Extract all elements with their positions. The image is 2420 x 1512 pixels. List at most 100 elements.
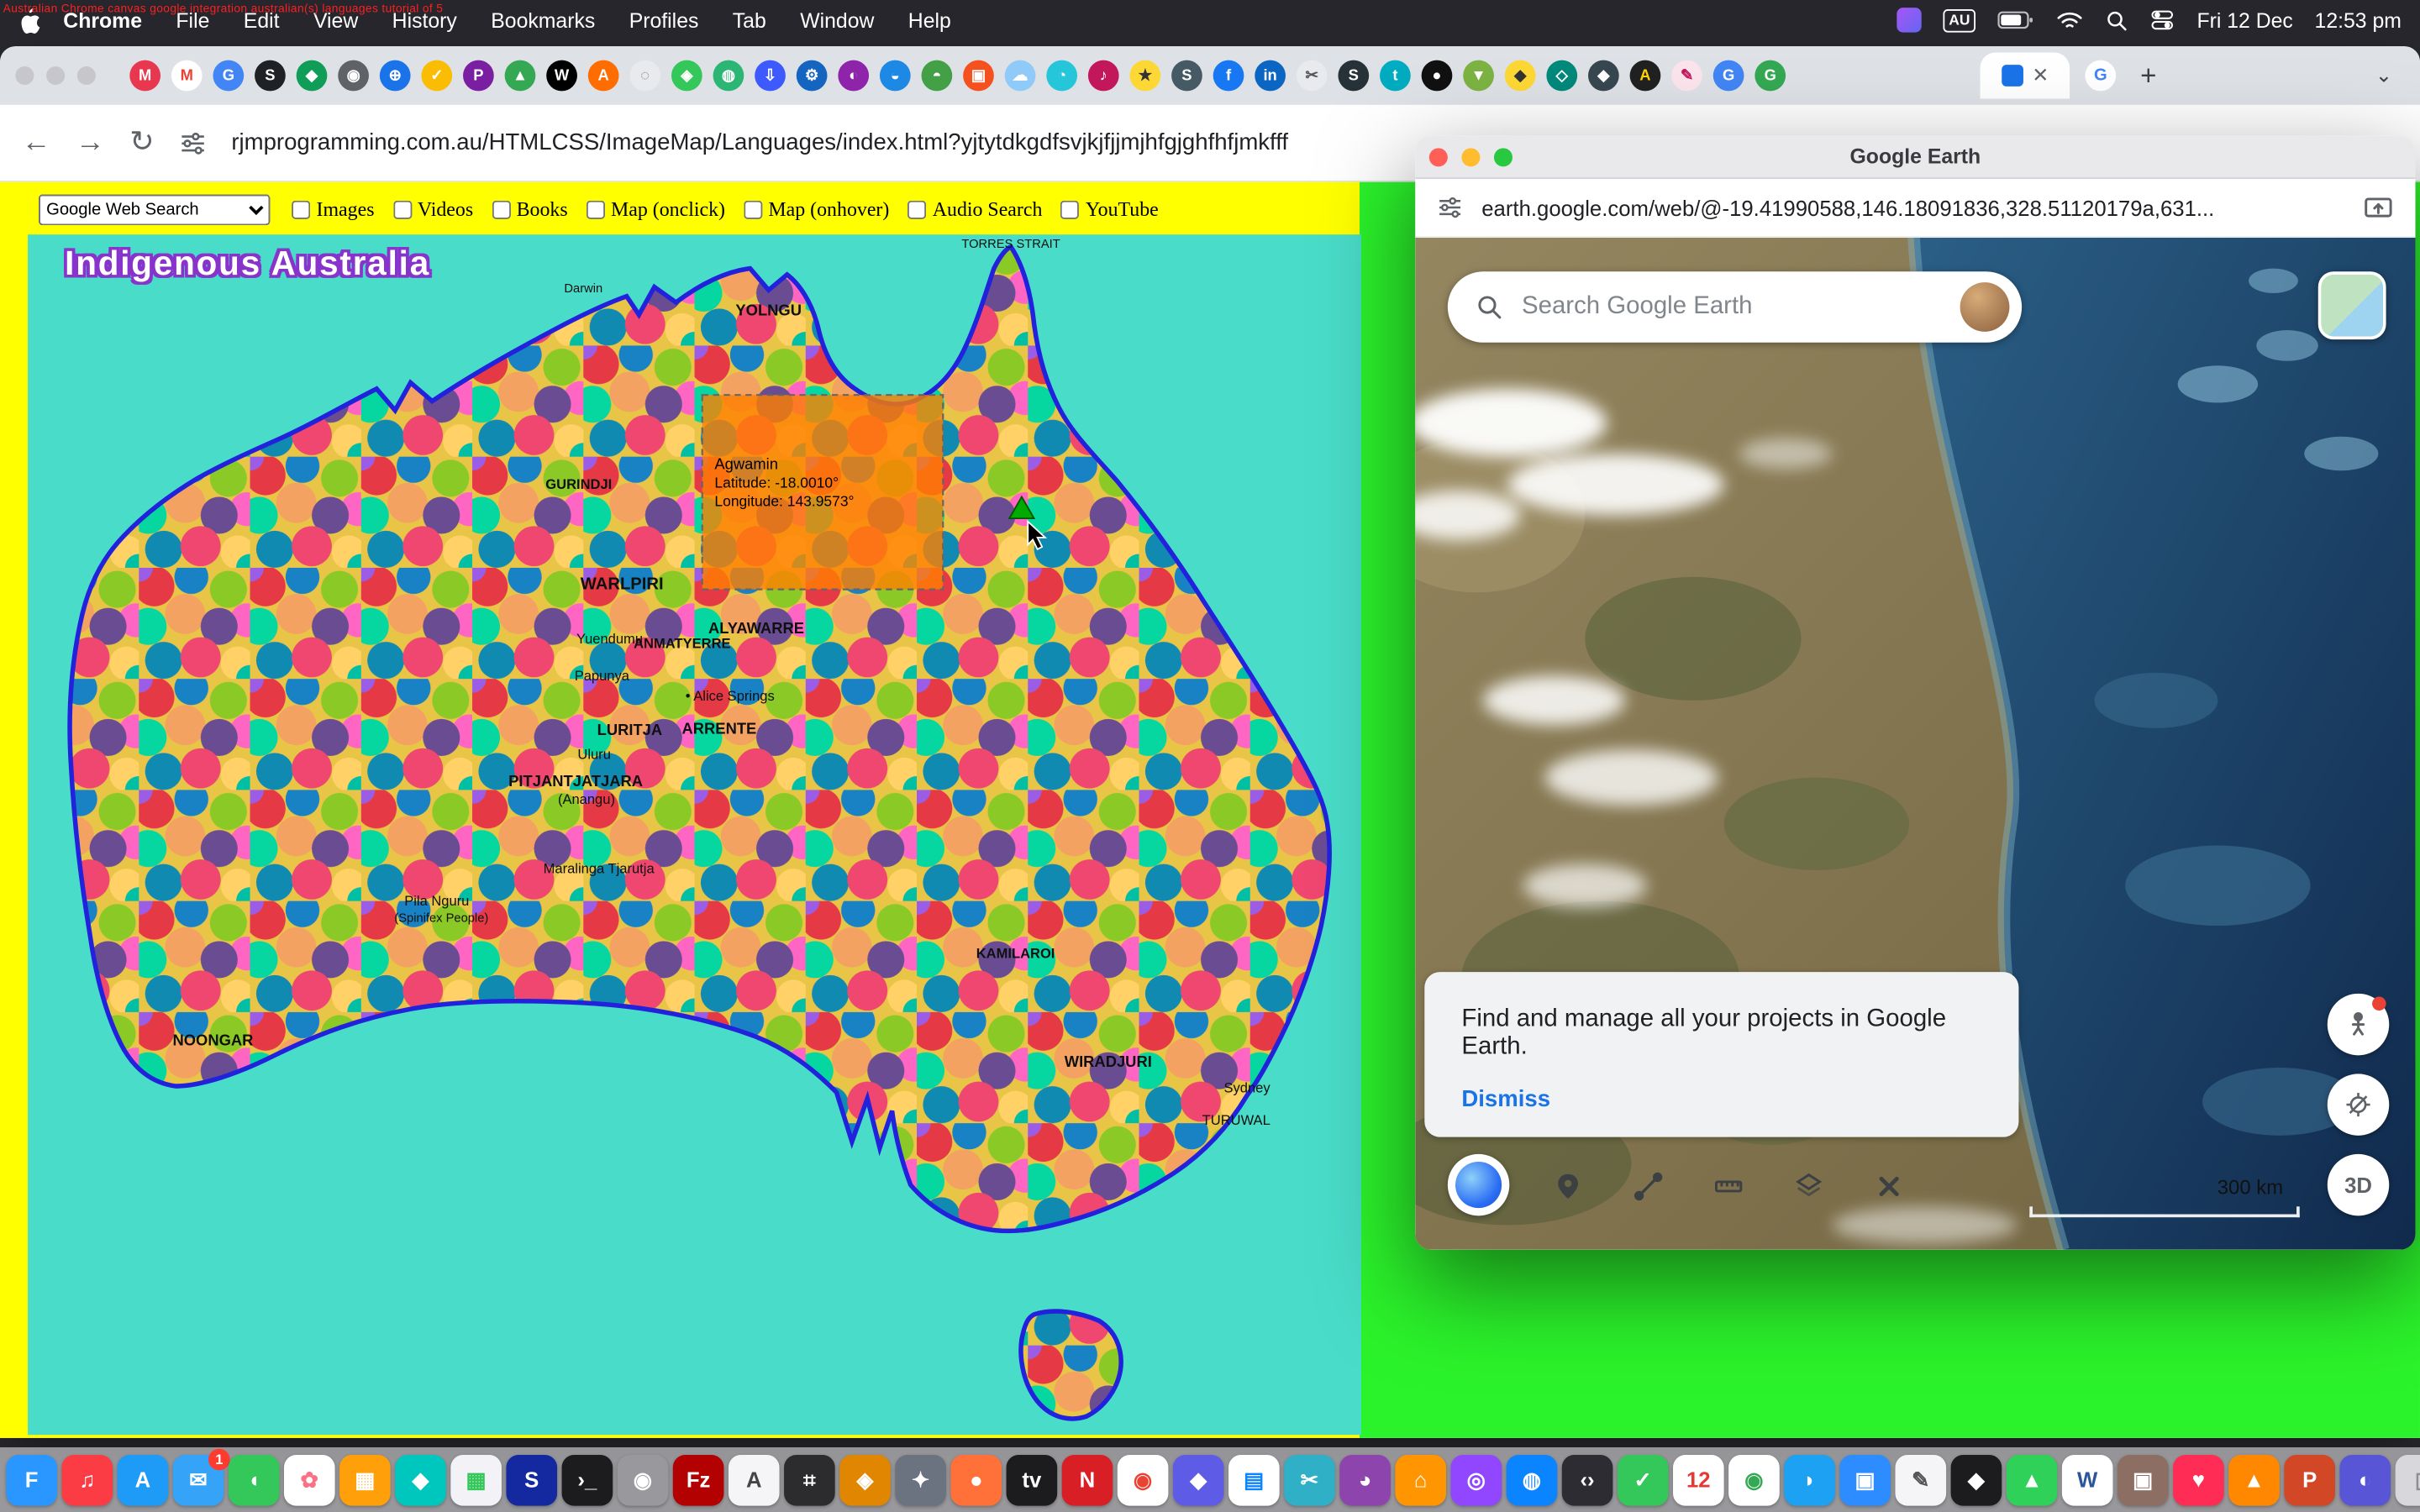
tab-favicon[interactable]: ⊕ bbox=[380, 60, 411, 92]
menu-item-window[interactable]: Window bbox=[800, 8, 874, 32]
tab-favicon[interactable]: W bbox=[546, 60, 577, 92]
menu-bar-date[interactable]: Fri 12 Dec bbox=[2196, 8, 2292, 32]
tab-favicon[interactable]: ◔ bbox=[1046, 60, 1077, 92]
dock-app-icon[interactable]: ♥ bbox=[2173, 1454, 2224, 1505]
tab-favicon[interactable]: G bbox=[213, 60, 244, 92]
dock-messages-icon[interactable]: ◖ bbox=[229, 1454, 280, 1505]
tab-favicon[interactable]: ◈ bbox=[671, 60, 702, 92]
overview-map-button[interactable] bbox=[2318, 271, 2386, 339]
tab-favicon[interactable]: ◉ bbox=[338, 60, 369, 92]
tab-favicon[interactable]: in bbox=[1255, 60, 1286, 92]
earth-site-settings-icon[interactable] bbox=[1437, 194, 1463, 220]
tab-favicon[interactable]: ◌ bbox=[629, 60, 660, 92]
earth-address-bar[interactable]: earth.google.com/web/@-19.41990588,146.1… bbox=[1481, 195, 2344, 219]
checkbox-map-onclick--box[interactable] bbox=[587, 201, 605, 219]
tab-favicon[interactable]: ◆ bbox=[297, 60, 328, 92]
tools-icon[interactable] bbox=[1867, 1165, 1910, 1208]
dock-app-icon[interactable]: ◆ bbox=[395, 1454, 446, 1505]
checkbox-map-onclick-[interactable]: Map (onclick) bbox=[587, 197, 725, 222]
dock-app-icon[interactable]: ▦ bbox=[339, 1454, 391, 1505]
checkbox-images-box[interactable] bbox=[292, 201, 310, 219]
dock-zoom-icon[interactable]: ▣ bbox=[1839, 1454, 1891, 1505]
dock-tex-icon[interactable]: A bbox=[729, 1454, 780, 1505]
location-pin-icon[interactable] bbox=[1546, 1165, 1589, 1208]
tab-favicon[interactable]: S bbox=[1338, 60, 1369, 92]
dock-app-icon[interactable]: ◉ bbox=[1118, 1454, 1169, 1505]
tab-favicon[interactable]: ✓ bbox=[421, 60, 452, 92]
layers-icon[interactable] bbox=[1787, 1165, 1830, 1208]
dock-firefox-icon[interactable]: ● bbox=[950, 1454, 1002, 1505]
menu-bar-time[interactable]: 12:53 pm bbox=[2315, 8, 2402, 32]
dock-calendar-icon[interactable]: 12 bbox=[1673, 1454, 1724, 1505]
dock-app-icon[interactable]: ◕ bbox=[1339, 1454, 1391, 1505]
dock-terminal-icon[interactable]: ›_ bbox=[562, 1454, 613, 1505]
tab-search-chevron-icon[interactable]: ⌄ bbox=[2363, 63, 2404, 87]
pegman-streetview-button[interactable] bbox=[2328, 994, 2389, 1055]
close-tab-icon[interactable]: ✕ bbox=[2032, 63, 2049, 87]
tab-favicon[interactable]: ★ bbox=[1129, 60, 1160, 92]
dock-app-store-icon[interactable]: A bbox=[118, 1454, 169, 1505]
checkbox-map-onhover--box[interactable] bbox=[744, 201, 762, 219]
checkbox-images[interactable]: Images bbox=[292, 197, 374, 222]
dock-filezilla-icon[interactable]: Fz bbox=[673, 1454, 724, 1505]
window-zoom-button[interactable] bbox=[77, 66, 96, 85]
dock-app-icon[interactable]: ✓ bbox=[1618, 1454, 1669, 1505]
earth-viewport[interactable]: Find and manage all your projects in Goo… bbox=[1415, 238, 2415, 1250]
dock-app-icon[interactable]: ◐ bbox=[2339, 1454, 2391, 1505]
earth-search-input[interactable] bbox=[1522, 293, 1960, 321]
tab-favicon[interactable]: ◓ bbox=[922, 60, 953, 92]
dock-music-icon[interactable]: ♫ bbox=[61, 1454, 113, 1505]
dock-launchpad-icon[interactable]: ▦ bbox=[450, 1454, 502, 1505]
dock-finder-icon[interactable]: F bbox=[6, 1454, 57, 1505]
forward-button[interactable]: → bbox=[76, 126, 105, 160]
tab-favicon[interactable]: ▣ bbox=[963, 60, 994, 92]
dock-podcasts-icon[interactable]: ◎ bbox=[1451, 1454, 1502, 1505]
tab-favicon[interactable]: A bbox=[588, 60, 619, 92]
australia-language-map-image[interactable] bbox=[28, 234, 1361, 1435]
tab-favicon[interactable]: ● bbox=[1422, 60, 1453, 92]
dock-app-icon[interactable]: ▣ bbox=[2118, 1454, 2169, 1505]
path-draw-icon[interactable] bbox=[1627, 1165, 1670, 1208]
dock-tv-icon[interactable]: tv bbox=[1007, 1454, 1058, 1505]
dock-photos-icon[interactable]: ✿ bbox=[284, 1454, 335, 1505]
tab-favicon[interactable]: ✎ bbox=[1671, 60, 1702, 92]
checkbox-books-box[interactable] bbox=[492, 201, 510, 219]
tab-favicon[interactable]: M bbox=[171, 60, 203, 92]
dock-trash-icon[interactable]: ▯ bbox=[2396, 1454, 2420, 1505]
checkbox-videos-box[interactable] bbox=[393, 201, 412, 219]
dock-app-icon[interactable]: ◉ bbox=[618, 1454, 669, 1505]
dock-app-icon[interactable]: ◍ bbox=[1507, 1454, 1558, 1505]
reload-button[interactable]: ↻ bbox=[129, 125, 154, 160]
site-settings-icon[interactable] bbox=[179, 129, 207, 156]
tab-favicon[interactable]: G bbox=[1754, 60, 1786, 92]
dock-books-icon[interactable]: ⌂ bbox=[1395, 1454, 1446, 1505]
new-tab-button[interactable]: + bbox=[2128, 55, 2169, 96]
tab-favicon[interactable]: ⚙ bbox=[797, 60, 828, 92]
google-tab[interactable]: G bbox=[2086, 60, 2117, 92]
tab-favicon[interactable]: ◐ bbox=[838, 60, 869, 92]
dock-app-icon[interactable]: ✦ bbox=[895, 1454, 946, 1505]
menu-item-profiles[interactable]: Profiles bbox=[629, 8, 699, 32]
spotlight-search-icon[interactable] bbox=[2106, 8, 2129, 32]
checkbox-videos[interactable]: Videos bbox=[393, 197, 474, 222]
control-center-icon[interactable] bbox=[2150, 8, 2175, 32]
tab-favicon[interactable]: ⇩ bbox=[755, 60, 786, 92]
earth-search-bar[interactable] bbox=[1448, 271, 2022, 342]
dock-mail-icon[interactable]: ✉1 bbox=[173, 1454, 224, 1505]
compass-gps-button[interactable] bbox=[2328, 1074, 2389, 1135]
tab-favicon[interactable]: f bbox=[1213, 60, 1244, 92]
checkbox-youtube-box[interactable] bbox=[1060, 201, 1079, 219]
dock-app-icon[interactable]: W bbox=[2062, 1454, 2113, 1505]
dock-app-icon[interactable]: ◈ bbox=[839, 1454, 891, 1505]
menu-item-tab[interactable]: Tab bbox=[733, 8, 766, 32]
dock-calculator-icon[interactable]: ⌗ bbox=[784, 1454, 835, 1505]
tab-favicon[interactable]: ◍ bbox=[713, 60, 744, 92]
tab-favicon[interactable]: ☁ bbox=[1005, 60, 1036, 92]
dismiss-link[interactable]: Dismiss bbox=[1461, 1086, 1550, 1112]
tab-favicon[interactable]: M bbox=[129, 60, 160, 92]
earth-logo-button[interactable] bbox=[1448, 1154, 1509, 1215]
menu-item-help[interactable]: Help bbox=[908, 8, 951, 32]
tab-favicon[interactable]: ♪ bbox=[1088, 60, 1119, 92]
checkbox-audio-search[interactable]: Audio Search bbox=[908, 197, 1042, 222]
tab-favicon[interactable]: ▼ bbox=[1463, 60, 1494, 92]
